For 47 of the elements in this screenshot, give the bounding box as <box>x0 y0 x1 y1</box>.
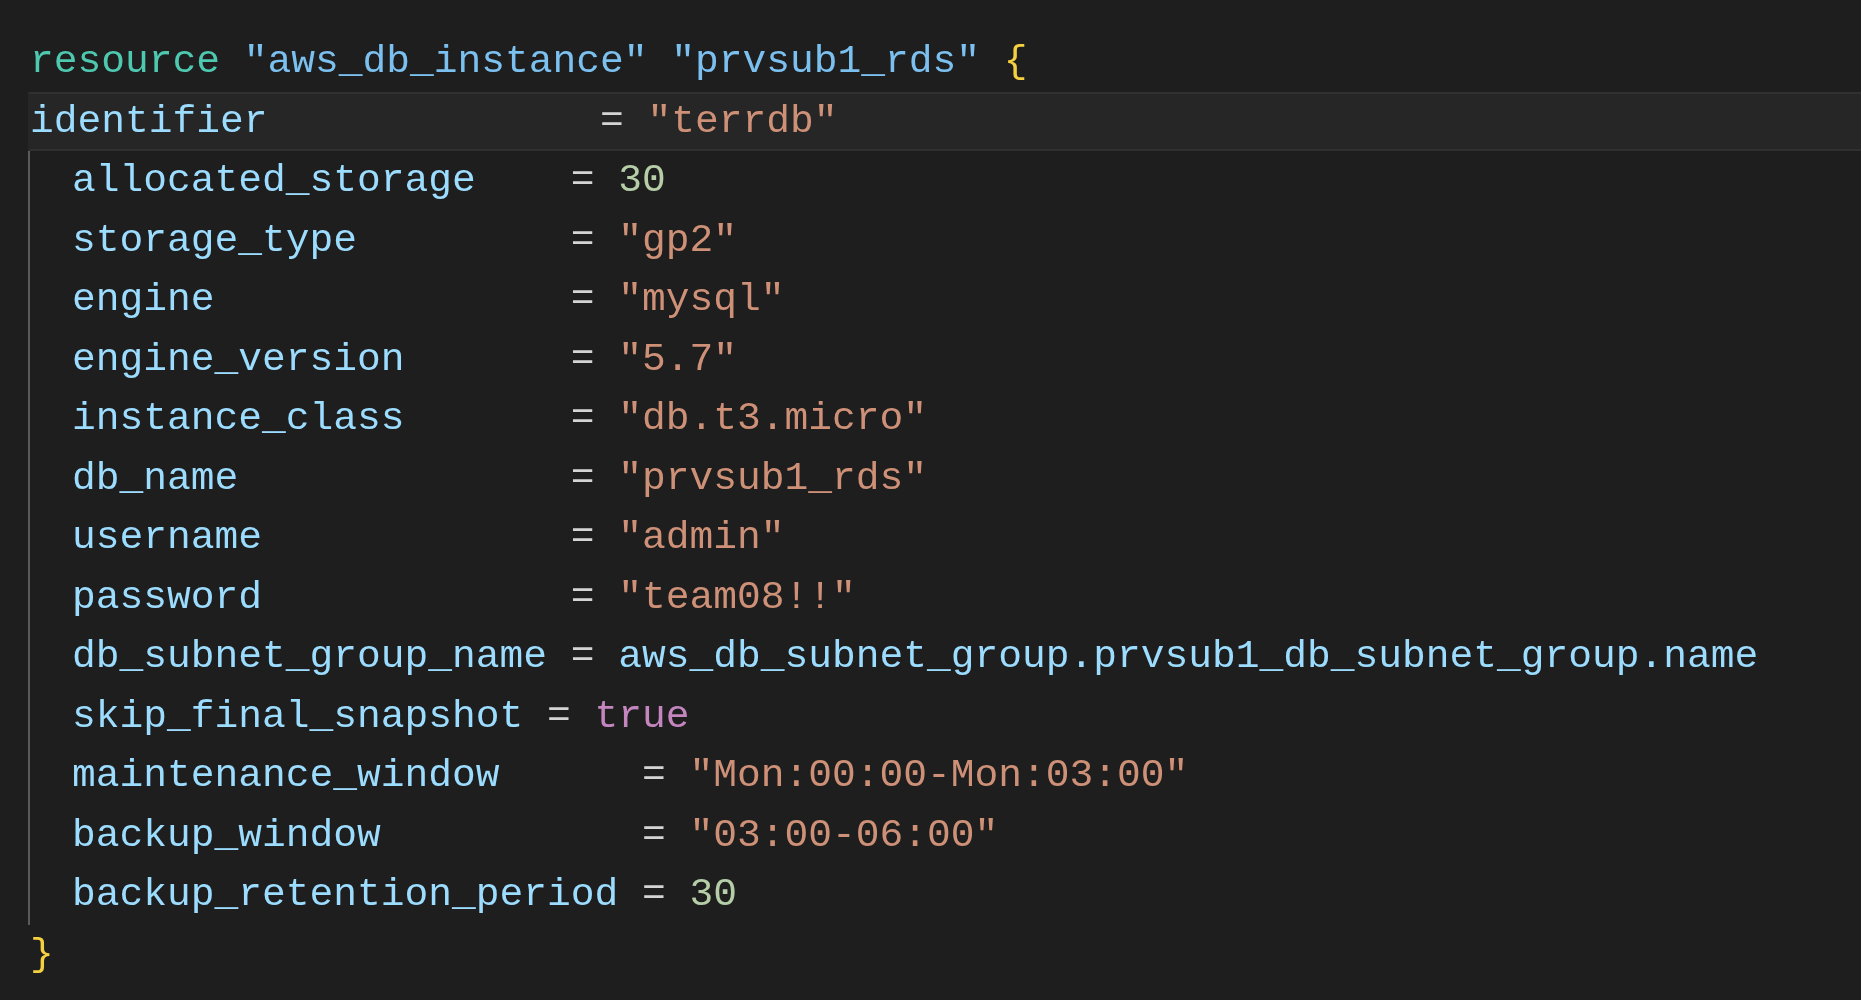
attribute-name: engine <box>72 277 215 323</box>
block-label: "aws_db_instance" <box>242 39 648 85</box>
attribute-name: aws_db_subnet_group.prvsub1_db_subnet_group.name <box>618 634 1759 680</box>
number-value: 30 <box>618 158 666 204</box>
equals-operator: = <box>569 277 596 323</box>
equals-operator: = <box>569 336 596 382</box>
attribute-name: identifier <box>30 98 268 144</box>
boolean-value: true <box>594 693 690 739</box>
string-value: "terrdb" <box>647 98 838 144</box>
brace: } <box>30 931 54 977</box>
attribute-name: backup_retention_period <box>72 872 619 918</box>
string-value: "Mon:00:00-Mon:03:00" <box>689 753 1189 799</box>
string-value: "5.7" <box>618 336 738 382</box>
equals-operator: = <box>546 693 572 739</box>
number-value: 30 <box>689 872 738 918</box>
attribute-name: username <box>72 515 262 561</box>
string-value: "mysql" <box>618 277 785 323</box>
attribute-name: backup_window <box>72 812 381 858</box>
equals-operator: = <box>641 872 667 918</box>
attribute-name: allocated_storage <box>72 158 476 204</box>
string-value: "gp2" <box>618 217 738 263</box>
equals-operator: = <box>599 98 625 144</box>
equals-operator: = <box>641 753 667 799</box>
equals-operator: = <box>569 158 596 204</box>
brace: { <box>1002 39 1028 85</box>
attribute-name: db_subnet_group_name <box>72 634 547 680</box>
string-value: "prvsub1_rds" <box>618 455 928 501</box>
string-value: "team08!!" <box>618 574 856 620</box>
keyword-token: resource <box>30 39 220 85</box>
string-value: "db.t3.micro" <box>618 396 928 442</box>
string-value: "admin" <box>618 515 785 561</box>
equals-operator: = <box>569 574 596 620</box>
equals-operator: = <box>569 217 596 263</box>
attribute-name: engine_version <box>72 336 405 382</box>
equals-operator: = <box>569 396 596 442</box>
equals-operator: = <box>641 812 667 858</box>
equals-operator: = <box>569 634 596 680</box>
attribute-name: instance_class <box>72 396 405 442</box>
attribute-name: storage_type <box>72 217 357 263</box>
attribute-name: maintenance_window <box>72 753 500 799</box>
string-value: "03:00-06:00" <box>689 812 999 858</box>
equals-operator: = <box>569 455 596 501</box>
attribute-name: skip_final_snapshot <box>72 693 524 739</box>
equals-operator: = <box>569 515 596 561</box>
block-label: "prvsub1_rds" <box>670 39 981 85</box>
attribute-name: password <box>72 574 262 620</box>
attribute-name: db_name <box>72 455 239 501</box>
